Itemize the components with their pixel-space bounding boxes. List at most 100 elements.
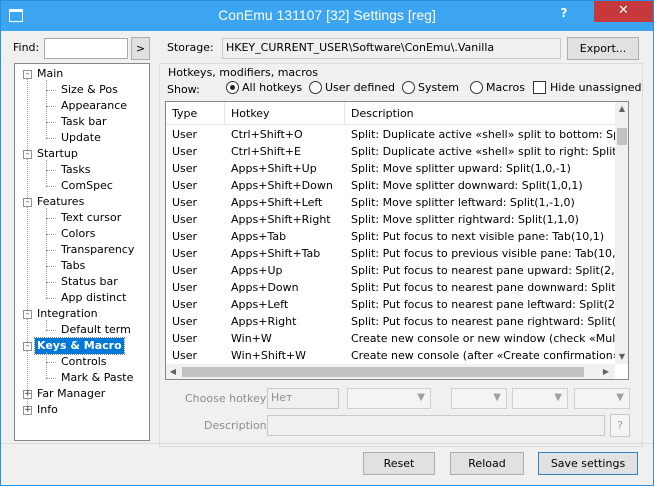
scroll-thumb-horizontal[interactable] — [182, 367, 584, 377]
collapse-icon[interactable]: - — [23, 150, 32, 159]
table-row[interactable]: User Apps+Up Split: Put focus to nearest p… — [166, 262, 616, 279]
column-header-hotkey[interactable]: Hotkey — [225, 102, 345, 125]
scroll-left-icon[interactable]: ◀ — [166, 364, 180, 379]
find-input[interactable] — [44, 38, 128, 59]
cell-type: User — [172, 281, 198, 294]
collapse-icon[interactable]: - — [23, 198, 32, 207]
help-button[interactable]: ? — [557, 6, 571, 20]
tree-item-label: Size & Pos — [61, 83, 118, 96]
tree-item-label: Mark & Paste — [61, 371, 134, 384]
modifier-3-dropdown[interactable]: ▼ — [512, 388, 568, 409]
tree-connector — [46, 352, 47, 378]
table-row[interactable]: User Apps+Left Split: Put focus to nearest… — [166, 296, 616, 313]
radio-label: Macros — [486, 81, 526, 94]
filter-all-hotkeys-radio[interactable]: All hotkeys — [226, 81, 302, 94]
table-row[interactable]: User Win+Shift+W Create new console (after… — [166, 347, 616, 364]
reset-button[interactable]: Reset — [363, 452, 435, 475]
filter-macros-radio[interactable]: Macros — [470, 81, 525, 94]
cell-description: Split: Move splitter upward: Split(1,0,-… — [351, 162, 571, 175]
table-row[interactable]: User Apps+Tab Split: Put focus to next vis… — [166, 228, 616, 245]
radio-circle — [226, 81, 239, 94]
checkbox-label: Hide unassigned — [550, 81, 642, 94]
tree-connector — [46, 80, 47, 138]
table-row[interactable]: User Apps+Right Split: Put focus to neares… — [166, 313, 616, 330]
cell-hotkey: Apps+Shift+Right — [231, 213, 331, 226]
cell-hotkey: Apps+Shift+Up — [231, 162, 317, 175]
find-go-button[interactable]: > — [131, 37, 150, 60]
scroll-down-icon[interactable]: ▼ — [615, 350, 628, 364]
chevron-down-icon: ▼ — [417, 392, 425, 403]
filter-system-radio[interactable]: System — [402, 81, 459, 94]
table-row[interactable]: User Win+W Create new console or new windo… — [166, 330, 616, 347]
scroll-thumb[interactable] — [617, 128, 627, 145]
table-row[interactable]: User Ctrl+Shift+E Split: Duplicate active … — [166, 143, 616, 160]
collapse-icon[interactable]: - — [23, 310, 32, 319]
hotkeys-list[interactable]: Type Hotkey Description User Ctrl+Shift+O… — [165, 101, 629, 380]
tree-item-label: Keys & Macro — [34, 337, 125, 355]
tree-item-label: Tabs — [61, 259, 86, 272]
cell-description: Split: Duplicate active «shell» split to… — [351, 145, 616, 158]
table-row[interactable]: User Apps+Shift+Left Split: Move splitter … — [166, 194, 616, 211]
cell-description: Split: Move splitter downward: Split(1,0… — [351, 179, 583, 192]
tree-item-label: Main — [37, 67, 64, 80]
expand-icon[interactable]: + — [23, 406, 32, 415]
column-header-description[interactable]: Description — [345, 102, 616, 125]
table-row[interactable]: User Apps+Shift+Tab Split: Put focus to pr… — [166, 245, 616, 262]
title-bar[interactable]: ConEmu 131107 [32] Settings [reg] ? ✕ — [1, 1, 653, 31]
tree-item-label: Features — [37, 195, 85, 208]
hotkey-field[interactable]: Нет — [267, 388, 339, 409]
cell-hotkey: Ctrl+Shift+O — [231, 128, 303, 141]
scroll-right-icon[interactable]: ▶ — [599, 364, 613, 379]
modifier-4-dropdown[interactable]: ▼ — [574, 388, 630, 409]
tree-item-label: Far Manager — [37, 387, 106, 400]
settings-window: ConEmu 131107 [32] Settings [reg] ? ✕ Fi… — [0, 0, 654, 486]
radio-circle — [402, 81, 415, 94]
chevron-down-icon: ▼ — [554, 392, 562, 403]
collapse-icon[interactable]: - — [23, 342, 32, 351]
reload-button[interactable]: Reload — [450, 452, 524, 475]
table-row[interactable]: User Apps+Down Split: Put focus to nearest… — [166, 279, 616, 296]
window-title: ConEmu 131107 [32] Settings [reg] — [218, 7, 436, 23]
description-field[interactable] — [267, 415, 605, 436]
checkbox-box — [533, 81, 546, 94]
column-header-type[interactable]: Type — [166, 102, 225, 125]
radio-label: User defined — [325, 81, 395, 94]
description-help-button[interactable]: ? — [610, 414, 630, 437]
tree-connector — [46, 138, 56, 139]
horizontal-scrollbar[interactable]: ◀ ▶ — [166, 364, 615, 379]
tree-item-label: Status bar — [61, 275, 118, 288]
modifier-2-dropdown[interactable]: ▼ — [451, 388, 507, 409]
settings-tree[interactable]: - Main Size & Pos Appearance Task bar Update -… — [14, 63, 150, 441]
table-row[interactable]: User Apps+Shift+Up Split: Move splitter up… — [166, 160, 616, 177]
filter-user-defined-radio[interactable]: User defined — [309, 81, 395, 94]
tree-connector — [46, 234, 56, 235]
close-button[interactable]: ✕ — [594, 1, 653, 22]
cell-hotkey: Apps+Down — [231, 281, 299, 294]
cell-type: User — [172, 128, 198, 141]
scroll-up-icon[interactable]: ▲ — [615, 102, 628, 116]
tree-connector — [46, 282, 56, 283]
cell-hotkey: Win+W — [231, 332, 272, 345]
export-button[interactable]: Export... — [567, 37, 639, 60]
cell-description: Split: Put focus to next visible pane: T… — [351, 230, 605, 243]
cell-description: Split: Put focus to nearest pane downwar… — [351, 281, 616, 294]
cell-type: User — [172, 179, 198, 192]
tree-item-label: Colors — [61, 227, 96, 240]
tree-connector — [46, 362, 56, 363]
cell-hotkey: Apps+Up — [231, 264, 283, 277]
tree-item-label: Info — [37, 403, 58, 416]
storage-path-field[interactable]: HKEY_CURRENT_USER\Software\ConEmu\.Vanil… — [222, 38, 561, 59]
collapse-icon[interactable]: - — [23, 70, 32, 79]
modifier-1-dropdown[interactable]: ▼ — [347, 388, 431, 409]
table-row[interactable]: User Ctrl+Shift+O Split: Duplicate active … — [166, 126, 616, 143]
table-row[interactable]: User Apps+Shift+Right Split: Move splitter… — [166, 211, 616, 228]
tree-item-label: ComSpec — [61, 179, 113, 192]
chevron-down-icon: ▼ — [493, 392, 501, 403]
expand-icon[interactable]: + — [23, 390, 32, 399]
cell-description: Create new console (after «Create confir… — [351, 349, 616, 362]
tree-connector — [46, 320, 47, 330]
table-row[interactable]: User Apps+Shift+Down Split: Move splitter … — [166, 177, 616, 194]
vertical-scrollbar[interactable]: ▲ ▼ — [615, 102, 628, 364]
save-settings-button[interactable]: Save settings — [538, 452, 638, 475]
hide-unassigned-checkbox[interactable]: Hide unassigned — [533, 81, 641, 94]
